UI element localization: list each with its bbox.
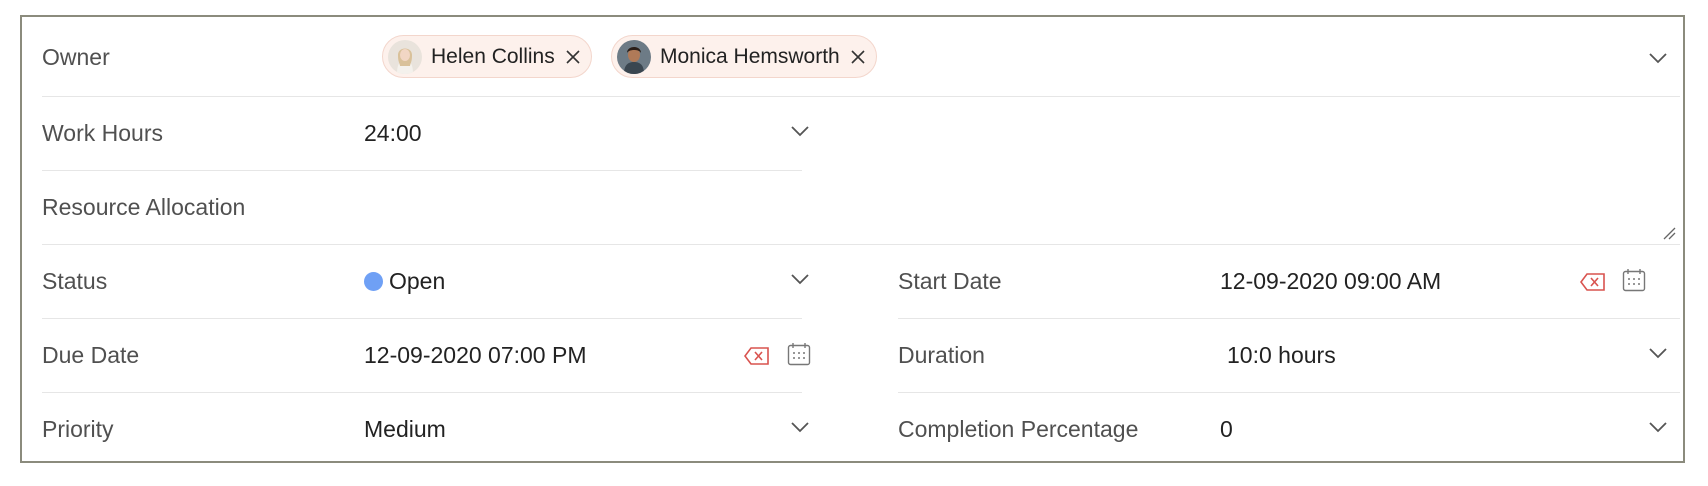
resource-allocation-row[interactable]: Resource Allocation <box>42 171 1680 245</box>
start-date-label: Start Date <box>898 268 1002 294</box>
work-hours-chevron-down-icon[interactable] <box>790 124 810 138</box>
completion-percentage-label: Completion Percentage <box>898 416 1139 442</box>
due-date-label: Due Date <box>42 342 140 368</box>
duration-value[interactable]: 10:0 hours <box>1227 342 1336 369</box>
avatar-man-icon <box>617 39 651 74</box>
completion-percentage-row: Completion Percentage 0 <box>898 393 1680 467</box>
completion-percentage-chevron-down-icon[interactable] <box>1648 420 1668 434</box>
clear-date-backspace-icon[interactable] <box>744 347 770 370</box>
duration-label: Duration <box>898 342 985 368</box>
priority-label: Priority <box>42 416 114 442</box>
avatar-woman-icon <box>388 39 422 74</box>
owner-row: Owner Helen Collins Monica Hemsworth <box>42 17 1680 97</box>
duration-row: Duration 10:0 hours <box>898 319 1680 393</box>
status-chevron-down-icon[interactable] <box>790 272 810 286</box>
owner-label: Owner <box>42 44 110 70</box>
priority-chevron-down-icon[interactable] <box>790 420 810 434</box>
owner-chip-helen[interactable]: Helen Collins <box>382 35 592 78</box>
priority-row: Priority Medium <box>42 393 809 467</box>
status-dot <box>364 272 383 291</box>
task-details-panel: Owner Helen Collins Monica Hemsworth Wor… <box>20 15 1685 463</box>
start-date-row: Start Date 12-09-2020 09:00 AM <box>898 245 1680 319</box>
resize-handle-icon[interactable] <box>1662 226 1676 245</box>
clear-date-backspace-icon[interactable] <box>1580 273 1606 296</box>
start-date-value[interactable]: 12-09-2020 09:00 AM <box>1220 268 1441 295</box>
status-row: Status Open <box>42 245 809 319</box>
calendar-icon[interactable] <box>787 342 811 371</box>
status-label: Status <box>42 268 108 294</box>
due-date-row: Due Date 12-09-2020 07:00 PM <box>42 319 811 393</box>
owner-chip-name: Helen Collins <box>431 44 555 68</box>
status-value[interactable]: Open <box>364 268 445 295</box>
work-hours-row: Work Hours 24:00 <box>42 97 809 171</box>
completion-percentage-value[interactable]: 0 <box>1220 416 1233 443</box>
status-text: Open <box>389 268 446 294</box>
resource-allocation-label: Resource Allocation <box>42 194 246 220</box>
work-hours-value[interactable]: 24:00 <box>364 120 422 147</box>
remove-owner-close-icon[interactable] <box>565 49 581 65</box>
duration-chevron-down-icon[interactable] <box>1648 346 1668 360</box>
owner-chip-name: Monica Hemsworth <box>660 44 840 68</box>
calendar-icon[interactable] <box>1622 268 1646 297</box>
owner-dropdown-chevron-down-icon[interactable] <box>1648 51 1668 65</box>
work-hours-label: Work Hours <box>42 120 163 146</box>
owner-chip-monica[interactable]: Monica Hemsworth <box>611 35 877 78</box>
remove-owner-close-icon[interactable] <box>850 49 866 65</box>
priority-value[interactable]: Medium <box>364 416 446 443</box>
due-date-value[interactable]: 12-09-2020 07:00 PM <box>364 342 587 369</box>
